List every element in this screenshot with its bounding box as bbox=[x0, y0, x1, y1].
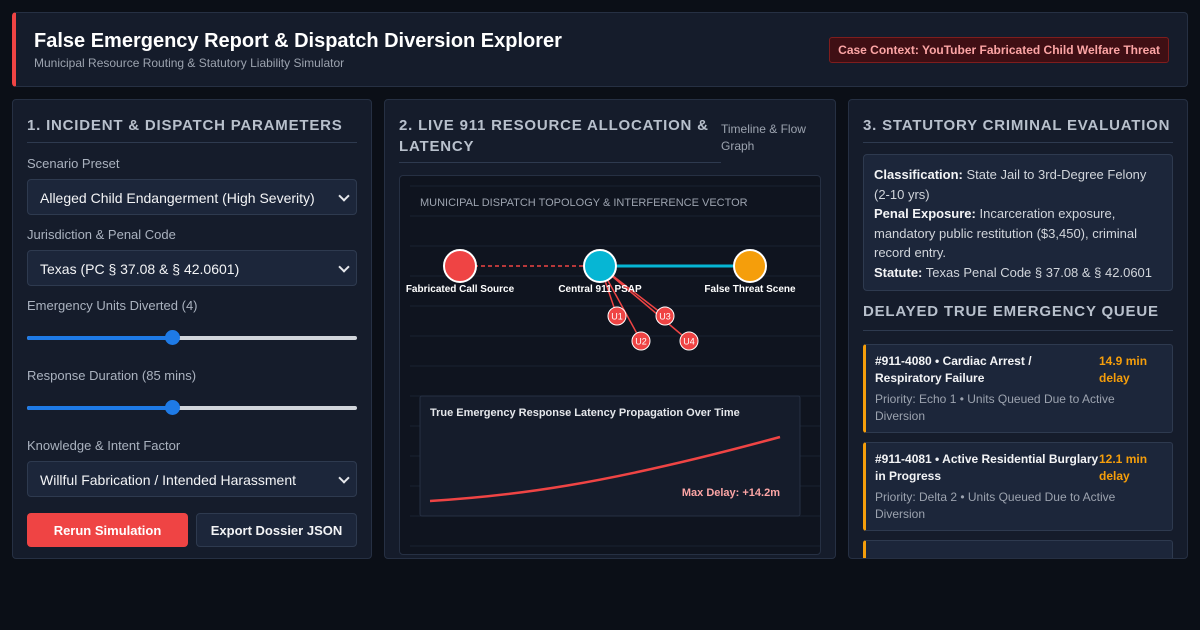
source-node bbox=[443, 249, 477, 283]
queue-item[interactable]: #911-4080 • Cardiac Arrest / Respiratory… bbox=[863, 344, 1173, 433]
slider-thumb[interactable] bbox=[165, 400, 181, 415]
jurisdiction-label: Jurisdiction & Penal Code bbox=[27, 227, 176, 242]
chevron-down-icon bbox=[338, 261, 350, 273]
scenario-value: Alleged Child Endangerment (High Severit… bbox=[40, 190, 315, 206]
slider-thumb[interactable] bbox=[165, 330, 181, 345]
app-header: False Emergency Report & Dispatch Divers… bbox=[12, 12, 1188, 87]
queue-item[interactable] bbox=[863, 540, 1173, 558]
unit-label-u1: U1 bbox=[611, 312, 623, 322]
units-diverted-slider[interactable] bbox=[27, 330, 357, 346]
intent-label: Knowledge & Intent Factor bbox=[27, 438, 181, 453]
queue-item-delay: 14.9 min delay bbox=[1099, 354, 1148, 385]
allocation-title: 2. LIVE 911 RESOURCE ALLOCATION & LATENC… bbox=[399, 115, 721, 163]
statute-label: Statute: bbox=[874, 264, 923, 280]
allocation-panel: 2. LIVE 911 RESOURCE ALLOCATION & LATENC… bbox=[384, 99, 836, 559]
statute-value: Texas Penal Code § 37.08 & § 42.0601 bbox=[925, 264, 1153, 280]
dispatch-topology-svg: MUNICIPAL DISPATCH TOPOLOGY & INTERFEREN… bbox=[406, 185, 820, 547]
unit-label-u4: U4 bbox=[683, 337, 695, 347]
response-duration-slider[interactable] bbox=[27, 400, 357, 416]
queue-item-meta: Priority: Delta 2 • Units Queued Due to … bbox=[875, 490, 1116, 521]
intent-value: Willful Fabrication / Intended Harassmen… bbox=[40, 472, 296, 488]
queue-item-name: #911-4081 • Active Residential Burglary … bbox=[875, 452, 1099, 483]
scene-node-label: False Threat Scene bbox=[704, 284, 796, 295]
chevron-down-icon bbox=[338, 190, 350, 202]
response-duration-label: Response Duration (85 mins) bbox=[27, 368, 197, 383]
rerun-simulation-button[interactable]: Rerun Simulation bbox=[27, 513, 188, 547]
case-context-badge: Case Context: YouTuber Fabricated Child … bbox=[829, 37, 1169, 63]
parameters-panel: 1. INCIDENT & DISPATCH PARAMETERS Scenar… bbox=[12, 99, 372, 559]
queue-item-meta: Priority: Echo 1 • Units Queued Due to A… bbox=[875, 392, 1115, 423]
psap-node-label: Central 911 PSAP bbox=[558, 284, 642, 295]
latency-inset-title: True Emergency Response Latency Propagat… bbox=[430, 407, 740, 419]
unit-label-u2: U2 bbox=[635, 337, 647, 347]
page-subtitle: Municipal Resource Routing & Statutory L… bbox=[34, 56, 345, 70]
jurisdiction-select[interactable]: Texas (PC § 37.08 & § 42.0601) bbox=[27, 250, 357, 286]
scenario-select[interactable]: Alleged Child Endangerment (High Severit… bbox=[27, 179, 357, 215]
penal-exposure-label: Penal Exposure: bbox=[874, 206, 976, 221]
statutory-panel: 3. STATUTORY CRIMINAL EVALUATION Classif… bbox=[848, 99, 1188, 559]
statutory-title: 3. STATUTORY CRIMINAL EVALUATION bbox=[863, 115, 1173, 143]
units-diverted-label: Emergency Units Diverted (4) bbox=[27, 298, 198, 313]
intent-select[interactable]: Willful Fabrication / Intended Harassmen… bbox=[27, 461, 357, 497]
chevron-down-icon bbox=[338, 472, 350, 484]
psap-node bbox=[583, 249, 617, 283]
max-delay-label: Max Delay: +14.2m bbox=[682, 487, 780, 499]
source-node-label: Fabricated Call Source bbox=[406, 284, 515, 295]
parameters-title: 1. INCIDENT & DISPATCH PARAMETERS bbox=[27, 115, 357, 143]
queue-item-delay: 12.1 min delay bbox=[1099, 452, 1148, 483]
scenario-label: Scenario Preset bbox=[27, 156, 120, 171]
queue-title: DELAYED TRUE EMERGENCY QUEUE bbox=[863, 303, 1173, 331]
page-title: False Emergency Report & Dispatch Divers… bbox=[34, 30, 562, 52]
queue-item[interactable]: #911-4081 • Active Residential Burglary … bbox=[863, 442, 1173, 531]
unit-label-u3: U3 bbox=[659, 312, 671, 322]
dispatch-graph: MUNICIPAL DISPATCH TOPOLOGY & INTERFEREN… bbox=[399, 175, 821, 555]
scene-node bbox=[733, 249, 767, 283]
jurisdiction-value: Texas (PC § 37.08 & § 42.0601) bbox=[40, 261, 240, 277]
allocation-view-hint: Timeline & Flow Graph bbox=[721, 122, 806, 153]
statutory-summary: Classification: State Jail to 3rd-Degree… bbox=[863, 154, 1173, 291]
export-dossier-button[interactable]: Export Dossier JSON bbox=[196, 513, 357, 547]
topology-label: MUNICIPAL DISPATCH TOPOLOGY & INTERFEREN… bbox=[420, 197, 748, 209]
queue-item-name: #911-4080 • Cardiac Arrest / Respiratory… bbox=[875, 354, 1032, 385]
classification-label: Classification: bbox=[874, 167, 963, 182]
